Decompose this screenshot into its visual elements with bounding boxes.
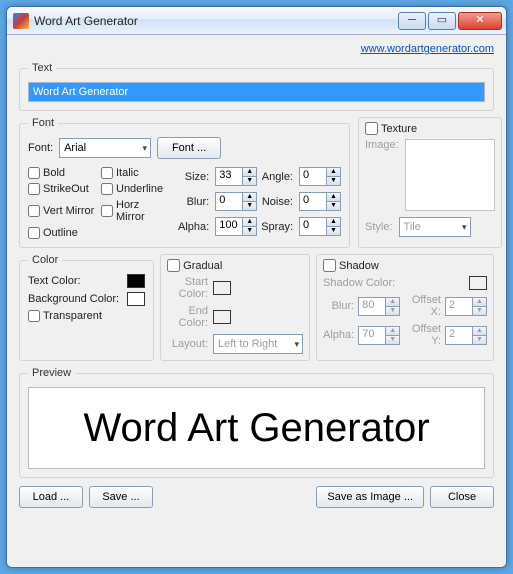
alpha-spinner[interactable]: 100▲▼ <box>215 217 257 236</box>
layout-label: Layout: <box>167 338 208 350</box>
bg-color-swatch[interactable] <box>127 292 145 306</box>
alpha-label: Alpha: <box>178 221 211 233</box>
save-as-image-button[interactable]: Save as Image ... <box>316 486 424 508</box>
layout-combo[interactable]: Left to Right <box>213 334 303 354</box>
font-combo[interactable]: Arial <box>59 138 151 158</box>
noise-spinner[interactable]: 0▲▼ <box>299 192 341 211</box>
blur-label: Blur: <box>178 196 211 208</box>
angle-label: Angle: <box>261 171 295 183</box>
font-legend: Font <box>28 117 58 129</box>
shadow-group: Shadow Shadow Color: Blur: 80▲▼ Offset X… <box>316 254 494 361</box>
offx-label: Offset X: <box>404 294 441 318</box>
end-color-label: End Color: <box>167 305 208 329</box>
gradual-legend: Gradual <box>183 260 222 272</box>
load-button[interactable]: Load ... <box>19 486 83 508</box>
texture-group: Texture Image: Style: Tile <box>358 117 502 248</box>
texture-image-label: Image: <box>365 139 399 151</box>
bold-checkbox[interactable]: Bold <box>28 167 95 179</box>
transparent-checkbox[interactable]: Transparent <box>28 310 145 322</box>
titlebar: Word Art Generator ─ ▭ ✕ <box>7 7 506 35</box>
noise-label: Noise: <box>261 196 295 208</box>
underline-checkbox[interactable]: Underline <box>101 183 168 195</box>
shadow-alpha-spinner[interactable]: 70▲▼ <box>358 326 400 345</box>
texture-legend: Texture <box>381 123 417 135</box>
texture-style-combo[interactable]: Tile <box>399 217 471 237</box>
offx-spinner[interactable]: 2▲▼ <box>445 297 487 316</box>
texture-checkbox[interactable] <box>365 122 378 135</box>
texture-image-well[interactable] <box>405 139 495 211</box>
gradual-group: Gradual Start Color: End Color: Layout: … <box>160 254 310 361</box>
bg-color-label: Background Color: <box>28 293 123 305</box>
text-group: Text <box>19 62 494 111</box>
color-group: Color Text Color: Background Color: Tran… <box>19 254 154 361</box>
texture-style-label: Style: <box>365 221 393 233</box>
shadow-color-label: Shadow Color: <box>323 277 465 289</box>
italic-checkbox[interactable]: Italic <box>101 167 168 179</box>
gradual-checkbox[interactable] <box>167 259 180 272</box>
horz-mirror-checkbox[interactable]: Horz Mirror <box>101 199 168 223</box>
minimize-button[interactable]: ─ <box>398 12 426 30</box>
preview-text: Word Art Generator <box>83 406 429 451</box>
shadow-alpha-label: Alpha: <box>323 329 354 341</box>
website-link[interactable]: www.wordartgenerator.com <box>361 43 494 55</box>
app-window: Word Art Generator ─ ▭ ✕ www.wordartgene… <box>6 6 507 568</box>
size-label: Size: <box>178 171 211 183</box>
shadow-legend: Shadow <box>339 260 379 272</box>
spray-spinner[interactable]: 0▲▼ <box>299 217 341 236</box>
preview-canvas: Word Art Generator <box>28 387 485 469</box>
shadow-color-swatch[interactable] <box>469 276 487 290</box>
shadow-blur-label: Blur: <box>323 300 354 312</box>
offy-spinner[interactable]: 2▲▼ <box>445 326 487 345</box>
text-color-swatch[interactable] <box>127 274 145 288</box>
shadow-blur-spinner[interactable]: 80▲▼ <box>358 297 400 316</box>
blur-spinner[interactable]: 0▲▼ <box>215 192 257 211</box>
outline-checkbox[interactable]: Outline <box>28 227 95 239</box>
font-label: Font: <box>28 142 53 154</box>
vert-mirror-checkbox[interactable]: Vert Mirror <box>28 199 95 223</box>
shadow-checkbox[interactable] <box>323 259 336 272</box>
maximize-button[interactable]: ▭ <box>428 12 456 30</box>
text-input[interactable] <box>28 82 485 102</box>
preview-legend: Preview <box>28 367 75 379</box>
start-color-label: Start Color: <box>167 276 208 300</box>
font-group: Font Font: Arial Font ... Bold Italic St… <box>19 117 350 248</box>
strikeout-checkbox[interactable]: StrikeOut <box>28 183 95 195</box>
offy-label: Offset Y: <box>404 323 441 347</box>
text-legend: Text <box>28 62 56 74</box>
size-spinner[interactable]: 33▲▼ <box>215 167 257 186</box>
close-window-button[interactable]: ✕ <box>458 12 502 30</box>
save-button[interactable]: Save ... <box>89 486 153 508</box>
app-icon <box>13 13 29 29</box>
end-color-swatch[interactable] <box>213 310 231 324</box>
font-button[interactable]: Font ... <box>157 137 221 159</box>
close-button[interactable]: Close <box>430 486 494 508</box>
client-area: www.wordartgenerator.com Text Font Font:… <box>7 35 506 567</box>
window-title: Word Art Generator <box>34 14 398 28</box>
spray-label: Spray: <box>261 221 295 233</box>
text-color-label: Text Color: <box>28 275 123 287</box>
color-legend: Color <box>28 254 62 266</box>
preview-group: Preview Word Art Generator <box>19 367 494 478</box>
start-color-swatch[interactable] <box>213 281 231 295</box>
angle-spinner[interactable]: 0▲▼ <box>299 167 341 186</box>
